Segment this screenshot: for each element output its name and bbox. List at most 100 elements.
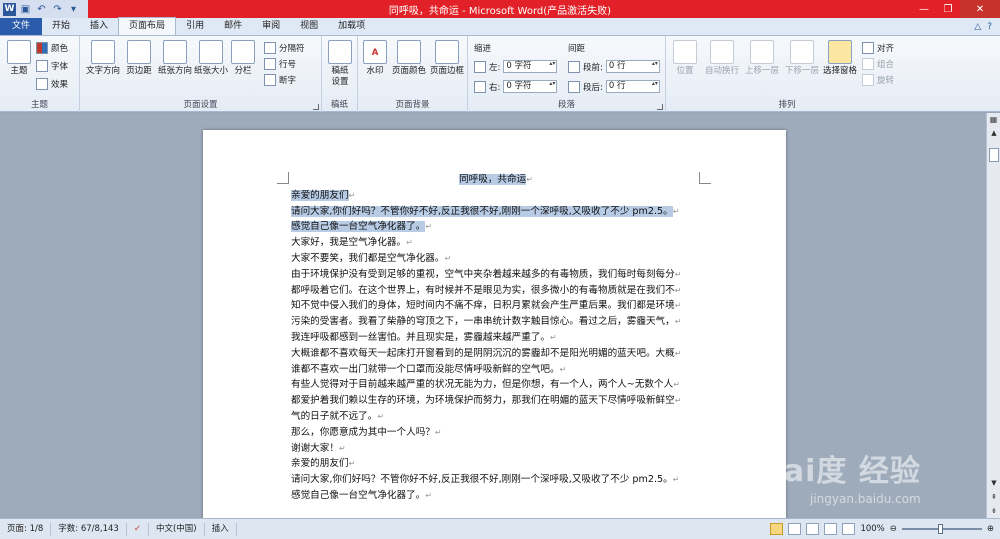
page-border-button[interactable]: 页面边框 (428, 40, 466, 77)
theme-button[interactable]: 主题 (2, 40, 36, 77)
word-count[interactable]: 字数: 67/8,143 (51, 522, 127, 536)
outline-view-icon[interactable] (824, 523, 838, 535)
maximize-button[interactable]: ❐ (936, 0, 960, 18)
print-layout-view-icon[interactable] (770, 523, 784, 535)
indent-right-input[interactable]: 0 字符 (503, 80, 558, 93)
document-line-text: 大家不要笑，我们都是空气净化器。 (291, 252, 445, 264)
zoom-slider[interactable] (901, 524, 982, 534)
align-button[interactable]: 对齐 (862, 42, 894, 54)
breaks-button[interactable]: 分隔符 (264, 42, 305, 54)
scroll-up-icon[interactable]: ▲ (987, 127, 1000, 140)
watermark-button[interactable]: A 水印 (360, 40, 390, 77)
effects-button[interactable]: 效果 (36, 78, 68, 90)
proofing-icon[interactable]: ✓ (127, 522, 149, 536)
line-numbers-button[interactable]: 行号 (264, 58, 296, 70)
minimize-button[interactable]: — (912, 0, 936, 18)
document-line[interactable]: 都爱护着我们赖以生存的环境，为环境保护而努力，那我们在明媚的蓝天下尽情呼吸新鲜空… (291, 393, 701, 409)
text-direction-button[interactable]: 文字方向 (84, 40, 122, 77)
document-line[interactable]: 大家好，我是空气净化器。↵ (291, 235, 701, 251)
document-line[interactable]: 感觉自己像一台空气净化器了。↵ (291, 219, 701, 235)
word-logo-icon[interactable]: W (3, 2, 16, 16)
document-line[interactable]: 同呼吸，共命运↵ (291, 172, 701, 188)
document-line-text: 都呼吸着它们。在这个世界上，有时候并不是眼见为实，很多微小的有毒物质就是在我们不 (291, 284, 675, 296)
document-line[interactable]: 请问大家,你们好吗？不管你好不好,反正我很不好,刚刚一个深呼吸,又吸收了不少 p… (291, 472, 701, 488)
save-icon[interactable]: ▣ (19, 3, 32, 16)
document-line[interactable]: 大概谁都不喜欢每天一起床打开窗看到的是阴阴沉沉的雾霾却不是阳光明媚的蓝天吧。大概… (291, 346, 701, 362)
position-icon (673, 40, 697, 64)
colors-button[interactable]: 颜色 (36, 42, 68, 54)
document-line[interactable]: 那么，你愿意成为其中一个人吗？↵ (291, 425, 701, 441)
wrap-text-button[interactable]: 自动换行 (702, 40, 742, 77)
document-line[interactable]: 谢谢大家！↵ (291, 441, 701, 457)
page-color-button[interactable]: 页面颜色 (390, 40, 428, 77)
full-screen-reading-icon[interactable] (788, 523, 802, 535)
document-line[interactable]: 亲爱的朋友们↵ (291, 456, 701, 472)
document-line[interactable]: 有些人觉得对于目前越来越严重的状况无能为力，但是你想，有一个人，两个人~无数个人… (291, 377, 701, 393)
tab-file[interactable]: 文件 (0, 18, 43, 35)
paragraph-mark-icon: ↵ (348, 459, 356, 469)
bring-forward-button[interactable]: 上移一层 (742, 40, 782, 77)
undo-icon[interactable]: ↶ (35, 3, 48, 16)
zoom-in-icon[interactable]: ⊕ (987, 524, 994, 534)
document-line-text: 亲爱的朋友们 (291, 458, 349, 470)
document-line[interactable]: 感觉自己像一台空气净化器了。↵ (291, 488, 701, 504)
document-line[interactable]: 亲爱的朋友们↵ (291, 188, 701, 204)
customize-qat-icon[interactable]: ▾ (67, 3, 80, 16)
zoom-out-icon[interactable]: ⊖ (890, 524, 897, 534)
document-body[interactable]: 同呼吸，共命运↵ 亲爱的朋友们↵ 请问大家,你们好吗？不管你好不好,反正我很不好,刚… (291, 172, 701, 504)
document-line[interactable]: 知不觉中侵入我们的身体，短时间内不痛不痒，日积月累就会产生严重后果。我们都是环境… (291, 298, 701, 314)
indent-left-input[interactable]: 0 字符 (503, 60, 558, 73)
position-button[interactable]: 位置 (670, 40, 700, 77)
document-line[interactable]: 大家不要笑，我们都是空气净化器。↵ (291, 251, 701, 267)
document-line[interactable]: 气的日子就不远了。↵ (291, 409, 701, 425)
tab-review[interactable]: 审阅 (252, 18, 290, 35)
tab-mailings[interactable]: 邮件 (214, 18, 252, 35)
columns-button[interactable]: 分栏 (228, 40, 258, 77)
document-line-text: 污染的受害者。我看了柴静的穹顶之下，一串串统计数字触目惊心。看过之后，雾霾天气， (291, 316, 675, 328)
spacing-before-input[interactable]: 0 行 (605, 60, 660, 73)
document-line[interactable]: 由于环境保护没有受到足够的重视，空气中夹杂着越来越多的有毒物质，我们每时每刻每分… (291, 267, 701, 283)
language[interactable]: 中文(中国) (149, 522, 205, 536)
selection-pane-button[interactable]: 选择窗格 (820, 40, 860, 77)
document-line[interactable]: 污染的受害者。我看了柴静的穹顶之下，一串串统计数字触目惊心。看过之后，雾霾天气，… (291, 314, 701, 330)
help-icon[interactable]: ? (987, 22, 992, 32)
fonts-button[interactable]: 字体 (36, 60, 68, 72)
scroll-thumb[interactable] (989, 148, 999, 162)
send-backward-icon (790, 40, 814, 64)
page-setup-launcher-icon[interactable] (313, 104, 319, 110)
redo-icon[interactable]: ↷ (51, 3, 64, 16)
manuscript-button[interactable]: 稿纸 设置 (322, 40, 358, 88)
paragraph-launcher-icon[interactable] (657, 104, 663, 110)
close-button[interactable]: ✕ (960, 0, 1000, 18)
document-line[interactable]: 我连呼吸都感到一丝害怕。并且现实是，雾霾越来越严重了。↵ (291, 330, 701, 346)
web-layout-icon[interactable] (806, 523, 820, 535)
tab-page-layout[interactable]: 页面布局 (118, 17, 177, 35)
minimize-ribbon-icon[interactable]: △ (974, 22, 981, 32)
document-page[interactable]: 同呼吸，共命运↵ 亲爱的朋友们↵ 请问大家,你们好吗？不管你好不好,反正我很不好,刚… (203, 130, 786, 518)
page-count[interactable]: 页面: 1/8 (0, 522, 52, 536)
document-line-text: 感觉自己像一台空气净化器了。 (291, 489, 426, 501)
tab-references[interactable]: 引用 (176, 18, 214, 35)
draft-view-icon[interactable] (842, 523, 856, 535)
size-button[interactable]: 纸张大小 (192, 40, 230, 77)
group-button[interactable]: 组合 (862, 58, 894, 70)
document-line[interactable]: 都呼吸着它们。在这个世界上，有时候并不是眼见为实，很多微小的有毒物质就是在我们不… (291, 283, 701, 299)
send-backward-button[interactable]: 下移一层 (782, 40, 822, 77)
zoom-level[interactable]: 100% (860, 524, 884, 534)
tab-addins[interactable]: 加载项 (328, 18, 375, 35)
paragraph-mark-icon: ↵ (550, 332, 557, 342)
colors-icon (36, 42, 48, 54)
orientation-icon (163, 40, 187, 64)
tab-insert[interactable]: 插入 (80, 18, 118, 35)
insert-mode[interactable]: 插入 (205, 522, 237, 536)
spacing-after-input[interactable]: 0 行 (605, 80, 660, 93)
ruler-toggle-icon[interactable]: ▦ (988, 115, 999, 125)
tab-view[interactable]: 视图 (290, 18, 328, 35)
rotate-button[interactable]: 旋转 (862, 74, 894, 86)
tab-home[interactable]: 开始 (42, 18, 80, 35)
document-line[interactable]: 谁都不喜欢一出门就带一个口罩而没能尽情呼吸新鲜的空气吧。↵ (291, 362, 701, 378)
document-line[interactable]: 请问大家,你们好吗？不管你好不好,反正我很不好,刚刚一个深呼吸,又吸收了不少 p… (291, 204, 701, 220)
orientation-button[interactable]: 纸张方向 (156, 40, 194, 77)
hyphenation-button[interactable]: 断字 (264, 74, 296, 86)
margins-button[interactable]: 页边距 (120, 40, 158, 77)
